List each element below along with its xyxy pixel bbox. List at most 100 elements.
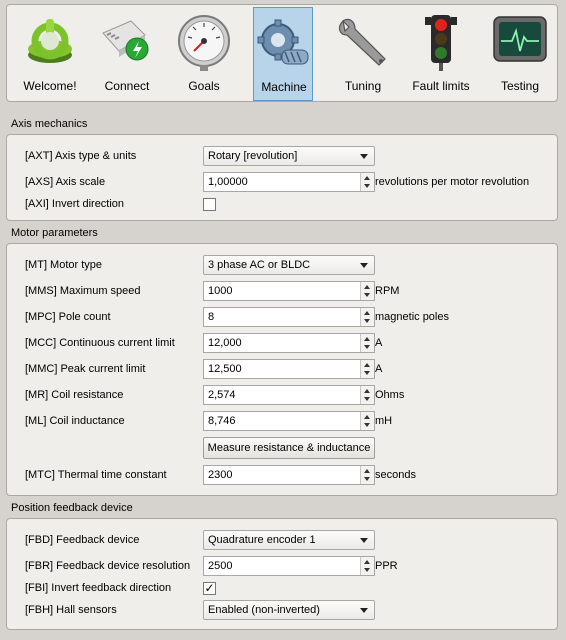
max-speed-label: [MMS] Maximum speed (25, 285, 141, 297)
arrow-up-icon (364, 285, 370, 289)
spin-buttons[interactable] (360, 308, 374, 326)
axis-type-select[interactable]: Rotary [revolution] (203, 146, 375, 166)
arrow-up-icon (364, 469, 370, 473)
max-speed-unit: RPM (375, 285, 400, 297)
feedback-device-select[interactable]: Quadrature encoder 1 (203, 530, 375, 550)
pole-count-value: 8 (208, 311, 215, 323)
gears-icon (254, 12, 314, 74)
feedback-device-panel: [FBD] Feedback device Quadrature encoder… (6, 518, 558, 630)
coil-resistance-spinbox[interactable]: 2,574 (203, 385, 375, 405)
thermal-time-constant-label: [MTC] Thermal time constant (25, 469, 167, 481)
spin-buttons[interactable] (360, 334, 374, 352)
peak-current-value: 12,500 (208, 363, 242, 375)
chevron-down-icon (360, 263, 368, 268)
spin-buttons[interactable] (360, 386, 374, 404)
feedback-resolution-value: 2500 (208, 560, 233, 572)
peak-current-spinbox[interactable]: 12,500 (203, 359, 375, 379)
section-title-motor-parameters: Motor parameters (11, 227, 98, 239)
motor-type-label: [MT] Motor type (25, 259, 103, 271)
arrow-up-icon (364, 337, 370, 341)
arrow-down-icon (364, 568, 370, 572)
motor-type-select[interactable]: 3 phase AC or BLDC (203, 255, 375, 275)
arrow-down-icon (364, 319, 370, 323)
max-speed-spinbox[interactable]: 1000 (203, 281, 375, 301)
chevron-down-icon (360, 154, 368, 159)
tool-machine[interactable]: Machine (253, 7, 313, 101)
invert-direction-checkbox[interactable] (203, 198, 216, 211)
spin-buttons[interactable] (360, 466, 374, 484)
pole-count-label: [MPC] Pole count (25, 311, 111, 323)
axis-mechanics-panel: [AXT] Axis type & units Rotary [revoluti… (6, 134, 558, 221)
continuous-current-label: [MCC] Continuous current limit (25, 337, 175, 349)
spin-buttons[interactable] (360, 360, 374, 378)
peak-current-unit: A (375, 363, 383, 375)
spin-buttons[interactable] (360, 282, 374, 300)
tool-connect[interactable]: Connect (97, 7, 157, 101)
measure-resistance-inductance-button[interactable]: Measure resistance & inductance (203, 437, 375, 459)
arrow-up-icon (364, 363, 370, 367)
axis-scale-unit: revolutions per motor revolution (375, 176, 530, 188)
power-icon (20, 11, 80, 73)
axis-scale-spinbox[interactable]: 1,00000 (203, 172, 375, 192)
arrow-up-icon (364, 311, 370, 315)
continuous-current-spinbox[interactable]: 12,000 (203, 333, 375, 353)
chevron-down-icon (360, 538, 368, 543)
invert-feedback-checkbox[interactable]: ✓ (203, 582, 216, 595)
hall-sensors-select[interactable]: Enabled (non-inverted) (203, 600, 375, 620)
spin-buttons[interactable] (360, 557, 374, 575)
arrow-down-icon (364, 477, 370, 481)
motor-parameters-panel: [MT] Motor type 3 phase AC or BLDC [MMS]… (6, 243, 558, 496)
max-speed-value: 1000 (208, 285, 233, 297)
chevron-down-icon (360, 608, 368, 613)
invert-feedback-label: [FBI] Invert feedback direction (25, 582, 172, 594)
feedback-resolution-unit: PPR (375, 560, 398, 572)
tool-testing[interactable]: Testing (490, 7, 550, 101)
feedback-resolution-spinbox[interactable]: 2500 (203, 556, 375, 576)
section-title-feedback-device: Position feedback device (11, 502, 133, 514)
feedback-resolution-label: [FBR] Feedback device resolution (25, 560, 191, 572)
hall-sensors-value: Enabled (non-inverted) (208, 604, 320, 616)
arrow-up-icon (364, 176, 370, 180)
hall-sensors-label: [FBH] Hall sensors (25, 604, 117, 616)
continuous-current-value: 12,000 (208, 337, 242, 349)
invert-direction-label: [AXI] Invert direction (25, 198, 125, 210)
arrow-down-icon (364, 184, 370, 188)
tool-welcome[interactable]: Welcome! (20, 7, 80, 101)
network-plug-icon (97, 11, 157, 73)
wrench-icon (333, 11, 393, 73)
coil-resistance-unit: Ohms (375, 389, 405, 401)
axis-type-value: Rotary [revolution] (208, 150, 298, 162)
spin-buttons[interactable] (360, 173, 374, 191)
tool-label: Testing (500, 79, 540, 93)
spin-buttons[interactable] (360, 412, 374, 430)
arrow-up-icon (364, 560, 370, 564)
axis-type-label: [AXT] Axis type & units (25, 150, 137, 162)
arrow-down-icon (364, 423, 370, 427)
tool-tuning[interactable]: Tuning (333, 7, 393, 101)
oscilloscope-icon (490, 11, 550, 73)
axis-scale-label: [AXS] Axis scale (25, 176, 106, 188)
traffic-light-icon (411, 11, 471, 73)
peak-current-label: [MMC] Peak current limit (25, 363, 146, 375)
pole-count-unit: magnetic poles (375, 311, 449, 323)
gauge-icon (174, 11, 234, 73)
feedback-device-label: [FBD] Feedback device (25, 534, 140, 546)
arrow-down-icon (364, 397, 370, 401)
arrow-up-icon (364, 389, 370, 393)
feedback-device-value: Quadrature encoder 1 (208, 534, 316, 546)
motor-type-value: 3 phase AC or BLDC (208, 259, 311, 271)
pole-count-spinbox[interactable]: 8 (203, 307, 375, 327)
main-toolbar: Welcome! Connect Goals Machine Tuning Fa… (6, 4, 558, 102)
coil-inductance-unit: mH (375, 415, 393, 427)
coil-resistance-value: 2,574 (208, 389, 236, 401)
tool-fault-limits[interactable]: Fault limits (411, 7, 471, 101)
section-title-axis-mechanics: Axis mechanics (11, 118, 88, 130)
coil-inductance-spinbox[interactable]: 8,746 (203, 411, 375, 431)
coil-inductance-label: [ML] Coil inductance (25, 415, 125, 427)
thermal-time-constant-unit: seconds (375, 469, 416, 481)
arrow-down-icon (364, 371, 370, 375)
thermal-time-constant-spinbox[interactable]: 2300 (203, 465, 375, 485)
tool-goals[interactable]: Goals (174, 7, 234, 101)
axis-scale-value: 1,00000 (208, 176, 248, 188)
thermal-time-constant-value: 2300 (208, 469, 233, 481)
